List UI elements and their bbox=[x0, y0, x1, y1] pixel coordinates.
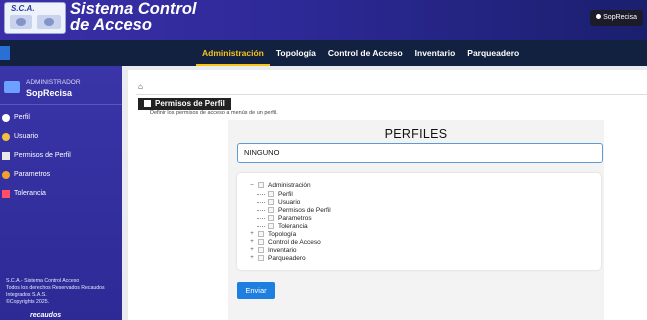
expand-icon[interactable]: + bbox=[249, 247, 255, 253]
tree-node-label: Administración bbox=[268, 181, 311, 189]
tree-connector bbox=[257, 193, 265, 195]
tree-node-topologia[interactable]: + Topología bbox=[249, 230, 296, 238]
user-name: SopRecisa bbox=[26, 88, 73, 98]
user-role: ADMINISTRADOR bbox=[26, 79, 81, 86]
breadcrumb-divider bbox=[136, 94, 647, 95]
tree-node-control-de-acceso[interactable]: + Control de Acceso bbox=[249, 238, 321, 246]
tree-checkbox[interactable] bbox=[258, 239, 264, 245]
lock-icon bbox=[2, 151, 10, 160]
tree-node-tolerancia[interactable]: Tolerancia bbox=[257, 222, 308, 230]
tree-checkbox[interactable] bbox=[268, 191, 274, 197]
home-icon[interactable]: ⌂ bbox=[138, 82, 143, 91]
tree-node-label: Permisos de Perfil bbox=[278, 206, 331, 214]
footer-line: ©Copyrights 2025. bbox=[6, 299, 50, 305]
collapse-icon[interactable]: – bbox=[249, 182, 255, 188]
expand-icon[interactable]: + bbox=[249, 231, 255, 237]
tree-node-label: Tolerancia bbox=[278, 222, 308, 230]
tree-checkbox[interactable] bbox=[258, 255, 264, 261]
page-title-text: Permisos de Perfil bbox=[155, 99, 225, 108]
nav-item-administracion[interactable]: Administración bbox=[196, 40, 270, 66]
sidebar-item-label: Perfil bbox=[14, 114, 30, 121]
sidebar: ADMINISTRADOR SopRecisa Perfil Usuario P… bbox=[0, 66, 122, 320]
admin-profile: ADMINISTRADOR SopRecisa bbox=[0, 76, 122, 104]
sidebar-item-parametros[interactable]: Parametros bbox=[0, 165, 122, 184]
sidebar-item-usuario[interactable]: Usuario bbox=[0, 127, 122, 146]
user-icon bbox=[2, 113, 10, 122]
top-bar: S.C.A. Sistema Control de Acceso SopReci… bbox=[0, 0, 647, 40]
id-card-icon bbox=[4, 81, 20, 93]
sidebar-toggle-button[interactable] bbox=[0, 46, 10, 60]
tree-node-parqueadero[interactable]: + Parqueadero bbox=[249, 254, 306, 262]
tree-checkbox[interactable] bbox=[258, 247, 264, 253]
nav-item-topologia[interactable]: Topología bbox=[270, 40, 322, 66]
tree-checkbox[interactable] bbox=[268, 223, 274, 229]
users-icon bbox=[2, 132, 10, 141]
nav-item-parqueadero[interactable]: Parqueadero bbox=[461, 40, 525, 66]
tree-node-label: Topología bbox=[268, 230, 297, 238]
tree-checkbox[interactable] bbox=[258, 182, 264, 188]
logo-icon-vehicle bbox=[37, 15, 61, 29]
user-menu-button[interactable]: SopRecisa bbox=[590, 10, 643, 26]
tree-node-usuario[interactable]: Usuario bbox=[257, 198, 300, 206]
send-button[interactable]: Enviar bbox=[237, 282, 275, 299]
expand-icon[interactable]: + bbox=[249, 255, 255, 261]
sidebar-footer: S.C.A.- Sistema Control Acceso Todos los… bbox=[6, 278, 116, 306]
sidebar-item-permisos-de-perfil[interactable]: Permisos de Perfil bbox=[0, 146, 122, 165]
tree-node-label: Inventario bbox=[268, 246, 297, 254]
tree-node-label: Control de Acceso bbox=[268, 238, 321, 246]
tree-connector bbox=[257, 201, 265, 203]
sca-logo: S.C.A. bbox=[4, 2, 66, 34]
sidebar-divider bbox=[0, 104, 122, 105]
tree-node-label: Perfil bbox=[278, 190, 293, 198]
map-icon bbox=[144, 100, 151, 107]
tree-checkbox[interactable] bbox=[258, 231, 264, 237]
tree-checkbox[interactable] bbox=[268, 215, 274, 221]
tree-node-parametros[interactable]: Parametros bbox=[257, 214, 312, 222]
footer-line: Todos los derechos Reservados Recaudos bbox=[6, 285, 105, 291]
recaudos-logo: recaudos bbox=[30, 312, 62, 319]
page-title: Permisos de Perfil bbox=[138, 98, 231, 110]
tree-node-label: Usuario bbox=[278, 198, 301, 206]
brand-line-1: Sistema Control bbox=[70, 0, 197, 18]
brand-title: Sistema Control de Acceso bbox=[70, 0, 197, 34]
sidebar-item-label: Tolerancia bbox=[14, 190, 46, 197]
gear-icon bbox=[2, 170, 10, 179]
permissions-tree: – Administración Perfil Usuario Permisos… bbox=[237, 173, 601, 270]
sidebar-item-tolerancia[interactable]: Tolerancia bbox=[0, 184, 122, 203]
nav-item-control-de-acceso[interactable]: Control de Acceso bbox=[322, 40, 409, 66]
sidebar-item-label: Permisos de Perfil bbox=[14, 152, 71, 159]
tree-node-label: Parametros bbox=[278, 214, 312, 222]
tree-connector bbox=[257, 225, 265, 227]
sidebar-item-label: Parametros bbox=[14, 171, 51, 178]
logo-icon-person bbox=[10, 15, 32, 29]
brand-line-2: de Acceso bbox=[70, 16, 152, 34]
sidebar-item-perfil[interactable]: Perfil bbox=[0, 108, 122, 127]
nav-item-inventario[interactable]: Inventario bbox=[409, 40, 462, 66]
logo-text: S.C.A. bbox=[11, 4, 35, 13]
main-navbar: Administración Topología Control de Acce… bbox=[0, 40, 647, 66]
tree-connector bbox=[257, 209, 265, 211]
tree-node-administracion[interactable]: – Administración bbox=[249, 181, 311, 189]
page-subtitle: Definir los permisos de acceso a menús d… bbox=[150, 110, 278, 116]
user-icon bbox=[596, 14, 602, 19]
tree-checkbox[interactable] bbox=[268, 199, 274, 205]
tree-node-inventario[interactable]: + Inventario bbox=[249, 246, 297, 254]
tree-node-label: Parqueadero bbox=[268, 254, 306, 262]
tree-node-permisos-de-perfil[interactable]: Permisos de Perfil bbox=[257, 206, 331, 214]
footer-line: S.C.A.- Sistema Control Acceso bbox=[6, 278, 80, 284]
section-title: PERFILES bbox=[384, 127, 448, 141]
flag-icon bbox=[2, 189, 10, 198]
profile-select[interactable]: NINGUNO bbox=[237, 143, 603, 163]
tree-checkbox[interactable] bbox=[268, 207, 274, 213]
tree-node-perfil[interactable]: Perfil bbox=[257, 190, 293, 198]
user-button-label: SopRecisa bbox=[603, 14, 637, 21]
perfiles-panel: PERFILES NINGUNO – Administración Perfil… bbox=[228, 120, 604, 320]
sidebar-menu: Perfil Usuario Permisos de Perfil Parame… bbox=[0, 108, 122, 203]
expand-icon[interactable]: + bbox=[249, 239, 255, 245]
nav-menu: Administración Topología Control de Acce… bbox=[196, 40, 525, 66]
main-content: ⌂ Permisos de Perfil Definir los permiso… bbox=[128, 70, 647, 320]
sidebar-item-label: Usuario bbox=[14, 133, 39, 140]
footer-line: Integrados S.A.S. bbox=[6, 292, 47, 298]
tree-connector bbox=[257, 217, 265, 219]
